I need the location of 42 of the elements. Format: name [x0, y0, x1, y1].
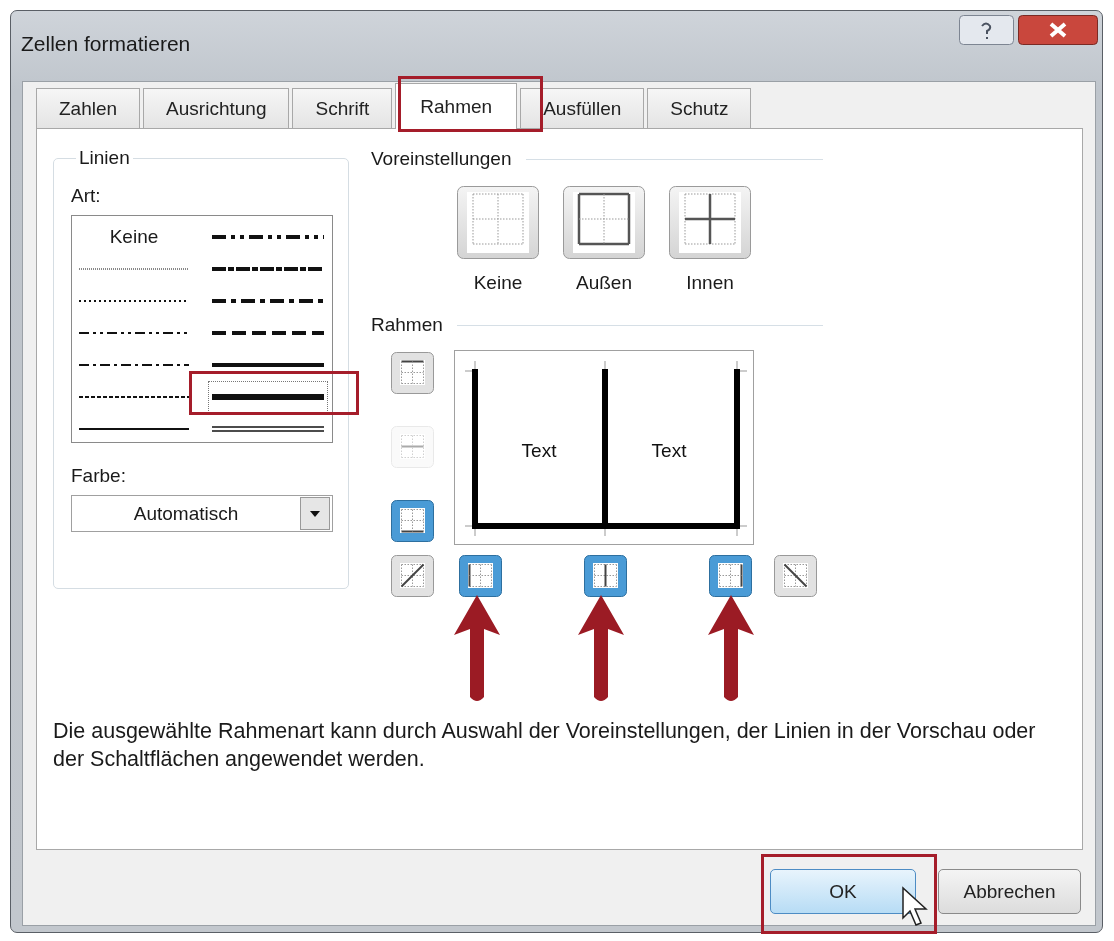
help-button[interactable] — [959, 15, 1014, 45]
border-button[interactable] — [391, 555, 434, 597]
description-text: Die ausgewählte Rahmenart kann durch Auswahl der Voreinstellungen, der Linien in der Vorschau oder der Schaltflächen angewendet werden. — [53, 718, 1037, 773]
preset-label: Innen — [686, 272, 734, 294]
preview-text: Text — [651, 440, 687, 461]
field-label: Art: — [71, 185, 102, 207]
tab[interactable]: Ausfüllen — [520, 88, 645, 128]
border-button[interactable] — [584, 555, 627, 597]
tab[interactable]: Schrift — [292, 88, 393, 128]
line-style-option[interactable] — [212, 392, 324, 402]
preset-button[interactable] — [563, 186, 645, 259]
border-button[interactable] — [391, 352, 434, 394]
section-title: Voreinstellungen — [371, 148, 512, 170]
group-title: Linien — [78, 147, 131, 169]
tab[interactable]: Zahlen — [36, 88, 141, 128]
line-style-option[interactable] — [212, 296, 324, 306]
cancel-button[interactable]: Abbrechen — [938, 869, 1081, 914]
cursor-icon — [901, 886, 931, 928]
border-button[interactable] — [709, 555, 752, 597]
line-style-list[interactable]: Keine — [71, 215, 333, 443]
color-dropdown[interactable]: Automatisch — [71, 495, 333, 532]
field-label: Farbe: — [71, 465, 127, 487]
line-style-option[interactable] — [212, 360, 324, 370]
preset-label: Außen — [576, 272, 632, 294]
line-style-option[interactable] — [212, 328, 324, 338]
ok-button[interactable]: OK — [770, 869, 916, 914]
line-style-option[interactable] — [212, 264, 324, 274]
tab[interactable]: Rahmen — [395, 83, 518, 129]
tab[interactable]: Ausrichtung — [143, 88, 290, 128]
close-button[interactable] — [1018, 15, 1098, 45]
section-title: Rahmen — [371, 314, 443, 336]
window-title: Zellen formatieren — [21, 32, 191, 56]
line-style-option[interactable]: Keine — [109, 226, 159, 248]
border-button[interactable] — [459, 555, 502, 597]
border-button[interactable] — [391, 500, 434, 542]
preview-text: Text — [521, 440, 557, 461]
preset-button[interactable] — [669, 186, 751, 259]
preset-label: Keine — [473, 272, 523, 294]
line-style-option[interactable] — [212, 424, 324, 434]
tab[interactable]: Schutz — [647, 88, 752, 128]
border-button[interactable] — [774, 555, 817, 597]
line-style-option[interactable] — [212, 232, 324, 242]
